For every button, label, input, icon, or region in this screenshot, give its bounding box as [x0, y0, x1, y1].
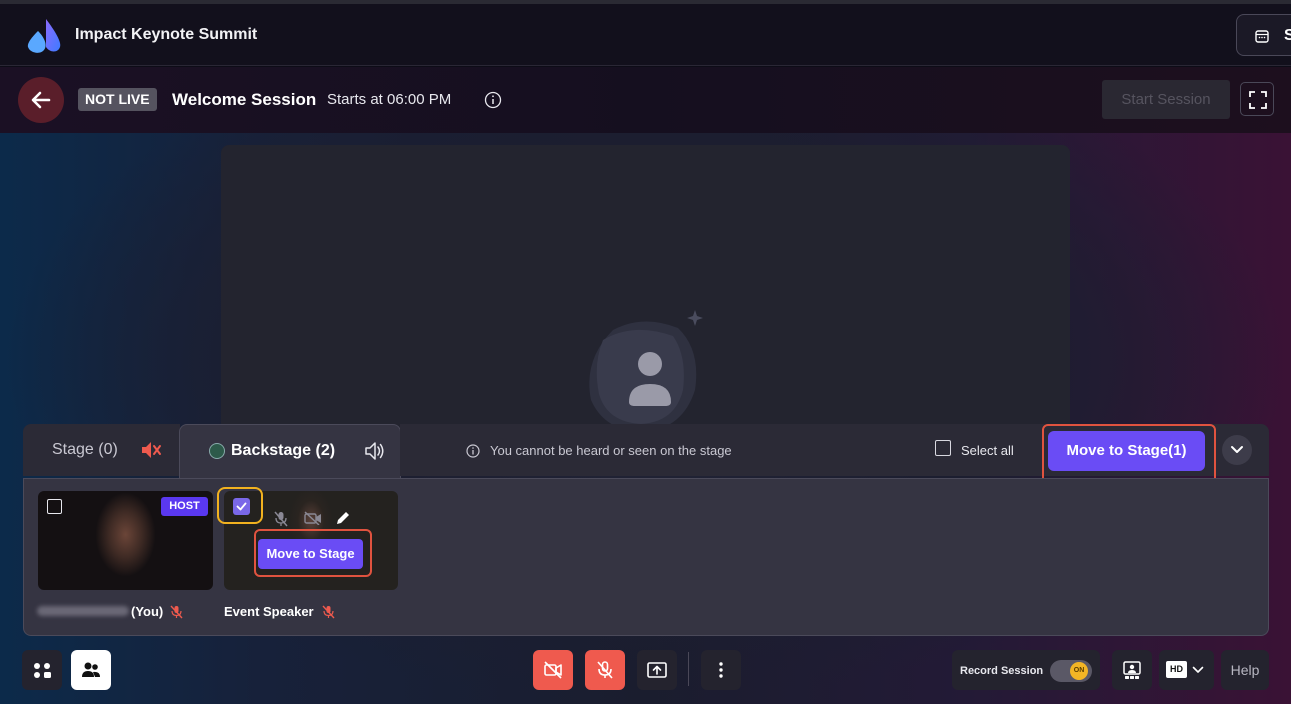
camera-toggle-button[interactable]: [533, 650, 573, 690]
app-logo-icon: [27, 19, 61, 53]
stage-area: Stage (0) Backstage (2) You cannot be he…: [0, 133, 1291, 704]
camera-off-icon[interactable]: [304, 511, 322, 525]
chevron-down-icon: [1231, 446, 1243, 453]
status-badge: NOT LIVE: [78, 88, 157, 111]
layout-button[interactable]: [1112, 650, 1152, 690]
community-icon: [34, 663, 51, 678]
tray-toolbar: You cannot be heard or seen on the stage…: [400, 424, 1269, 484]
chevron-down-icon: [1192, 666, 1204, 673]
mic-off-icon: [597, 661, 613, 679]
host-badge: HOST: [161, 497, 208, 516]
move-to-stage-button[interactable]: Move to Stage: [258, 539, 363, 569]
participants-tray: Stage (0) Backstage (2) You cannot be he…: [23, 424, 1269, 636]
move-to-stage-all-button[interactable]: Move to Stage(1): [1048, 431, 1205, 471]
session-start-time: Starts at 06:00 PM: [327, 91, 452, 108]
record-session-control: Record Session ON: [952, 650, 1100, 690]
tab-stage-label: Stage (0): [52, 441, 118, 458]
fullscreen-icon: [1249, 91, 1267, 109]
video-quality-dropdown[interactable]: HD: [1159, 650, 1214, 690]
edit-pencil-icon[interactable]: [335, 510, 351, 526]
fullscreen-button[interactable]: [1240, 82, 1274, 116]
start-session-button[interactable]: Start Session: [1102, 80, 1230, 119]
participant-name-you: (You): [131, 604, 164, 619]
camera-off-icon: [544, 661, 562, 679]
blurred-participant-name: [37, 606, 129, 616]
mic-toggle-button[interactable]: [585, 650, 625, 690]
backstage-hint-text: You cannot be heard or seen on the stage: [490, 443, 732, 458]
help-button[interactable]: Help: [1221, 650, 1269, 690]
select-all-checkbox[interactable]: [935, 440, 951, 456]
backstage-avatar: [209, 443, 225, 459]
community-button[interactable]: [22, 650, 62, 690]
info-icon: [466, 444, 480, 458]
share-screen-icon: [647, 662, 667, 678]
record-session-label: Record Session: [960, 665, 1044, 677]
empty-stage-avatar-icon: [589, 310, 703, 432]
tab-backstage[interactable]: Backstage (2): [179, 424, 401, 479]
stage-preview: [221, 145, 1070, 435]
video-quality-value: HD: [1166, 661, 1187, 678]
session-title: Welcome Session: [172, 90, 317, 109]
share-screen-button[interactable]: [637, 650, 677, 690]
record-session-toggle[interactable]: ON: [1050, 660, 1092, 682]
session-bar: NOT LIVE Welcome Session Starts at 06:00…: [0, 67, 1291, 133]
people-icon: [82, 662, 100, 677]
controls-bar: Record Session ON HD Help: [0, 645, 1291, 704]
select-all-label[interactable]: Select all: [961, 443, 1014, 458]
mic-muted-icon: [170, 605, 183, 619]
calendar-icon: [1255, 30, 1269, 43]
mic-off-icon[interactable]: [274, 511, 288, 527]
backstage-hint: You cannot be heard or seen on the stage: [466, 443, 732, 458]
schedule-label: S: [1284, 27, 1291, 44]
more-vertical-icon: [719, 662, 723, 678]
people-button[interactable]: [71, 650, 111, 690]
speaker-muted-icon[interactable]: [140, 440, 162, 460]
participant-card-host[interactable]: HOST: [38, 491, 213, 590]
info-icon[interactable]: [484, 91, 502, 109]
highlight-checkbox: [217, 487, 263, 524]
tab-backstage-label: Backstage (2): [231, 442, 336, 459]
participant-checkbox[interactable]: [47, 499, 62, 514]
more-options-button[interactable]: [701, 650, 741, 690]
participant-name-speaker: Event Speaker: [224, 604, 314, 619]
schedule-button[interactable]: S: [1236, 14, 1291, 56]
mic-muted-icon: [322, 605, 335, 619]
tab-stage[interactable]: Stage (0): [23, 424, 180, 476]
layout-person-icon: [1123, 661, 1141, 679]
arrow-left-icon: [31, 91, 51, 109]
speaker-icon[interactable]: [364, 441, 386, 461]
back-button[interactable]: [18, 77, 64, 123]
collapse-tray-button[interactable]: [1222, 435, 1252, 465]
app-title: Impact Keynote Summit: [75, 26, 258, 43]
record-toggle-knob: ON: [1070, 662, 1088, 680]
controls-divider: [688, 652, 689, 686]
app-header: Impact Keynote Summit S: [0, 4, 1291, 66]
backstage-participants: HOST Move to Stage (You) Event Speaker: [23, 478, 1269, 636]
